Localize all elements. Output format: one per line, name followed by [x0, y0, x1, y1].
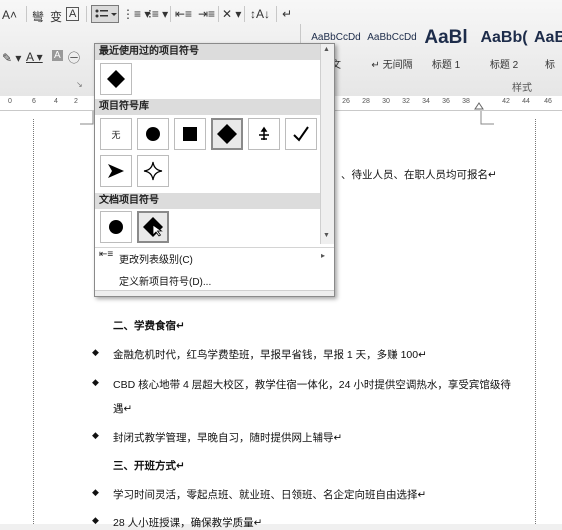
bullet-diamond-icon: ◆ [92, 347, 99, 357]
ruler-tick: 42 [502, 98, 510, 105]
change-case-icon[interactable]: 变 [50, 8, 62, 25]
bullets-icon [95, 9, 117, 18]
font-grow-icon[interactable]: A˄ [2, 8, 17, 22]
ruler-tick: 26 [342, 98, 350, 105]
scroll-up-icon[interactable]: ▲ [323, 46, 331, 54]
four-point-star-bullet-icon [143, 161, 163, 181]
diamond-bullet-icon [217, 124, 237, 144]
checkmark-bullet-icon [293, 126, 309, 142]
section-heading: 二、学费食宿↵ [113, 320, 185, 332]
bullet-arrow-cross[interactable] [248, 118, 280, 150]
bullet-library-dropdown[interactable]: 最近使用过的项目符号 项目符号库 无 文档项目符号 ▲ ▼ ⇤≡ 更改列表级别(… [94, 43, 335, 297]
bullet-filled-square[interactable] [174, 118, 206, 150]
ruler-tick: 2 [74, 98, 78, 105]
bullet-library-header: 项目符号库 [95, 99, 325, 115]
filled-square-bullet-icon [183, 127, 197, 141]
bullet-diamond-icon: ◆ [92, 487, 99, 497]
ruler-tick: 30 [382, 98, 390, 105]
dropdown-scrollbar[interactable]: ▲ ▼ [320, 44, 334, 244]
style-heading-2[interactable]: AaBb( 标题 2 [476, 26, 532, 78]
ruler-tick: 46 [544, 98, 552, 105]
list-item: 28 人小班授课，确保教学质量↵ [113, 517, 263, 529]
show-marks-icon[interactable]: ↵ [282, 7, 292, 21]
list-item: 封闭式教学管理，早晚自习，随时提供网上辅导↵ [113, 432, 343, 444]
list-item: 金融危机时代，红鸟学费垫班，早报早省钱，早报 1 天，多赚 100↵ [113, 349, 427, 361]
section-heading: 三、开班方式↵ [113, 460, 185, 472]
bullets-button[interactable] [91, 5, 119, 23]
bullet-diamond-selected[interactable] [211, 118, 243, 150]
indent-marker-icon[interactable] [474, 100, 484, 110]
arrowhead-bullet-icon [108, 164, 124, 178]
ruler-tick: 38 [462, 98, 470, 105]
list-item: CBD 核心地带 4 层超大校区，教学住宿一体化，24 小时提供空调热水，享受宾… [113, 379, 511, 391]
list-item-continuation: 遇↵ [113, 403, 133, 415]
ruler-tick: 34 [422, 98, 430, 105]
decrease-indent-icon[interactable]: ⇤≡ [175, 7, 192, 21]
increase-indent-icon[interactable]: ⇥≡ [198, 7, 215, 21]
filled-circle-bullet-icon [146, 127, 160, 141]
char-shading-icon[interactable]: A [52, 50, 63, 61]
clear-format-icon[interactable]: ✎ ▾ [2, 51, 21, 65]
recent-bullet-diamond[interactable] [100, 63, 132, 95]
phonetic-guide-icon[interactable]: 彎 [32, 8, 44, 25]
four-arrow-bullet-icon [259, 126, 269, 140]
ruler-tick: 36 [442, 98, 450, 105]
styles-group-label: 样式 [512, 83, 532, 94]
crop-mark-icon [80, 111, 94, 125]
right-border-guide [535, 119, 546, 524]
char-border-icon[interactable]: A [66, 7, 80, 21]
numbering-icon[interactable]: ⋮≡ ▾ [122, 7, 150, 21]
chinese-layout-icon[interactable]: ✕ ▾ [222, 7, 241, 21]
body-text-fragment: 、待业人员、在职人员均可报名↵ [341, 169, 497, 181]
font-color-icon[interactable]: A ▾ [26, 50, 43, 64]
ruler-tick: 32 [402, 98, 410, 105]
document-bullets-header: 文档项目符号 [95, 193, 325, 209]
bullet-none[interactable]: 无 [100, 118, 132, 150]
bullet-arrowhead[interactable] [100, 155, 132, 187]
resize-grip[interactable] [95, 290, 334, 296]
ruler-tick: 44 [522, 98, 530, 105]
bullet-four-point-star[interactable] [137, 155, 169, 187]
ruler-tick: 4 [54, 98, 58, 105]
enclose-char-icon[interactable]: ㊀ [68, 49, 80, 66]
bullet-checkmark[interactable] [285, 118, 317, 150]
ruler-tick: 0 [8, 98, 12, 105]
bullet-filled-circle[interactable] [137, 118, 169, 150]
diamond-bullet-icon [143, 217, 163, 237]
filled-circle-bullet-icon [109, 220, 123, 234]
recent-bullets-header: 最近使用过的项目符号 [95, 44, 325, 60]
document-bullet-circle[interactable] [100, 211, 132, 243]
define-new-bullet-item[interactable]: 定义新项目符号(D)... [119, 273, 211, 288]
document-bullet-diamond[interactable] [137, 211, 169, 243]
style-heading-1[interactable]: AaBl 标题 1 [418, 26, 474, 78]
scroll-down-icon[interactable]: ▼ [323, 232, 331, 240]
list-item: 学习时间灵活，零起点班、就业班、日领班、名企定向班自由选择↵ [113, 489, 427, 501]
bullet-diamond-icon: ◆ [92, 430, 99, 440]
bullet-diamond-icon: ◆ [92, 377, 99, 387]
sort-icon[interactable]: ↕A↓ [250, 7, 270, 21]
submenu-arrow-icon: ▸ [321, 251, 326, 260]
crop-mark-icon [480, 111, 494, 125]
change-list-level-item[interactable]: 更改列表级别(C) [119, 251, 193, 266]
change-list-level-icon: ⇤≡ [99, 249, 114, 260]
multilevel-list-icon[interactable]: ⁝≡ ▾ [148, 7, 168, 21]
left-border-guide [33, 119, 44, 524]
style-title[interactable]: AaB 标 [530, 26, 562, 78]
style-no-spacing[interactable]: AaBbCcDd ↵ 无间隔 [364, 26, 420, 78]
ruler-tick: 6 [32, 98, 36, 105]
font-dialog-launcher-icon[interactable]: ↘ [76, 80, 83, 89]
diamond-bullet-icon [107, 70, 125, 88]
bullet-diamond-icon: ◆ [92, 515, 99, 525]
ruler-tick: 28 [362, 98, 370, 105]
